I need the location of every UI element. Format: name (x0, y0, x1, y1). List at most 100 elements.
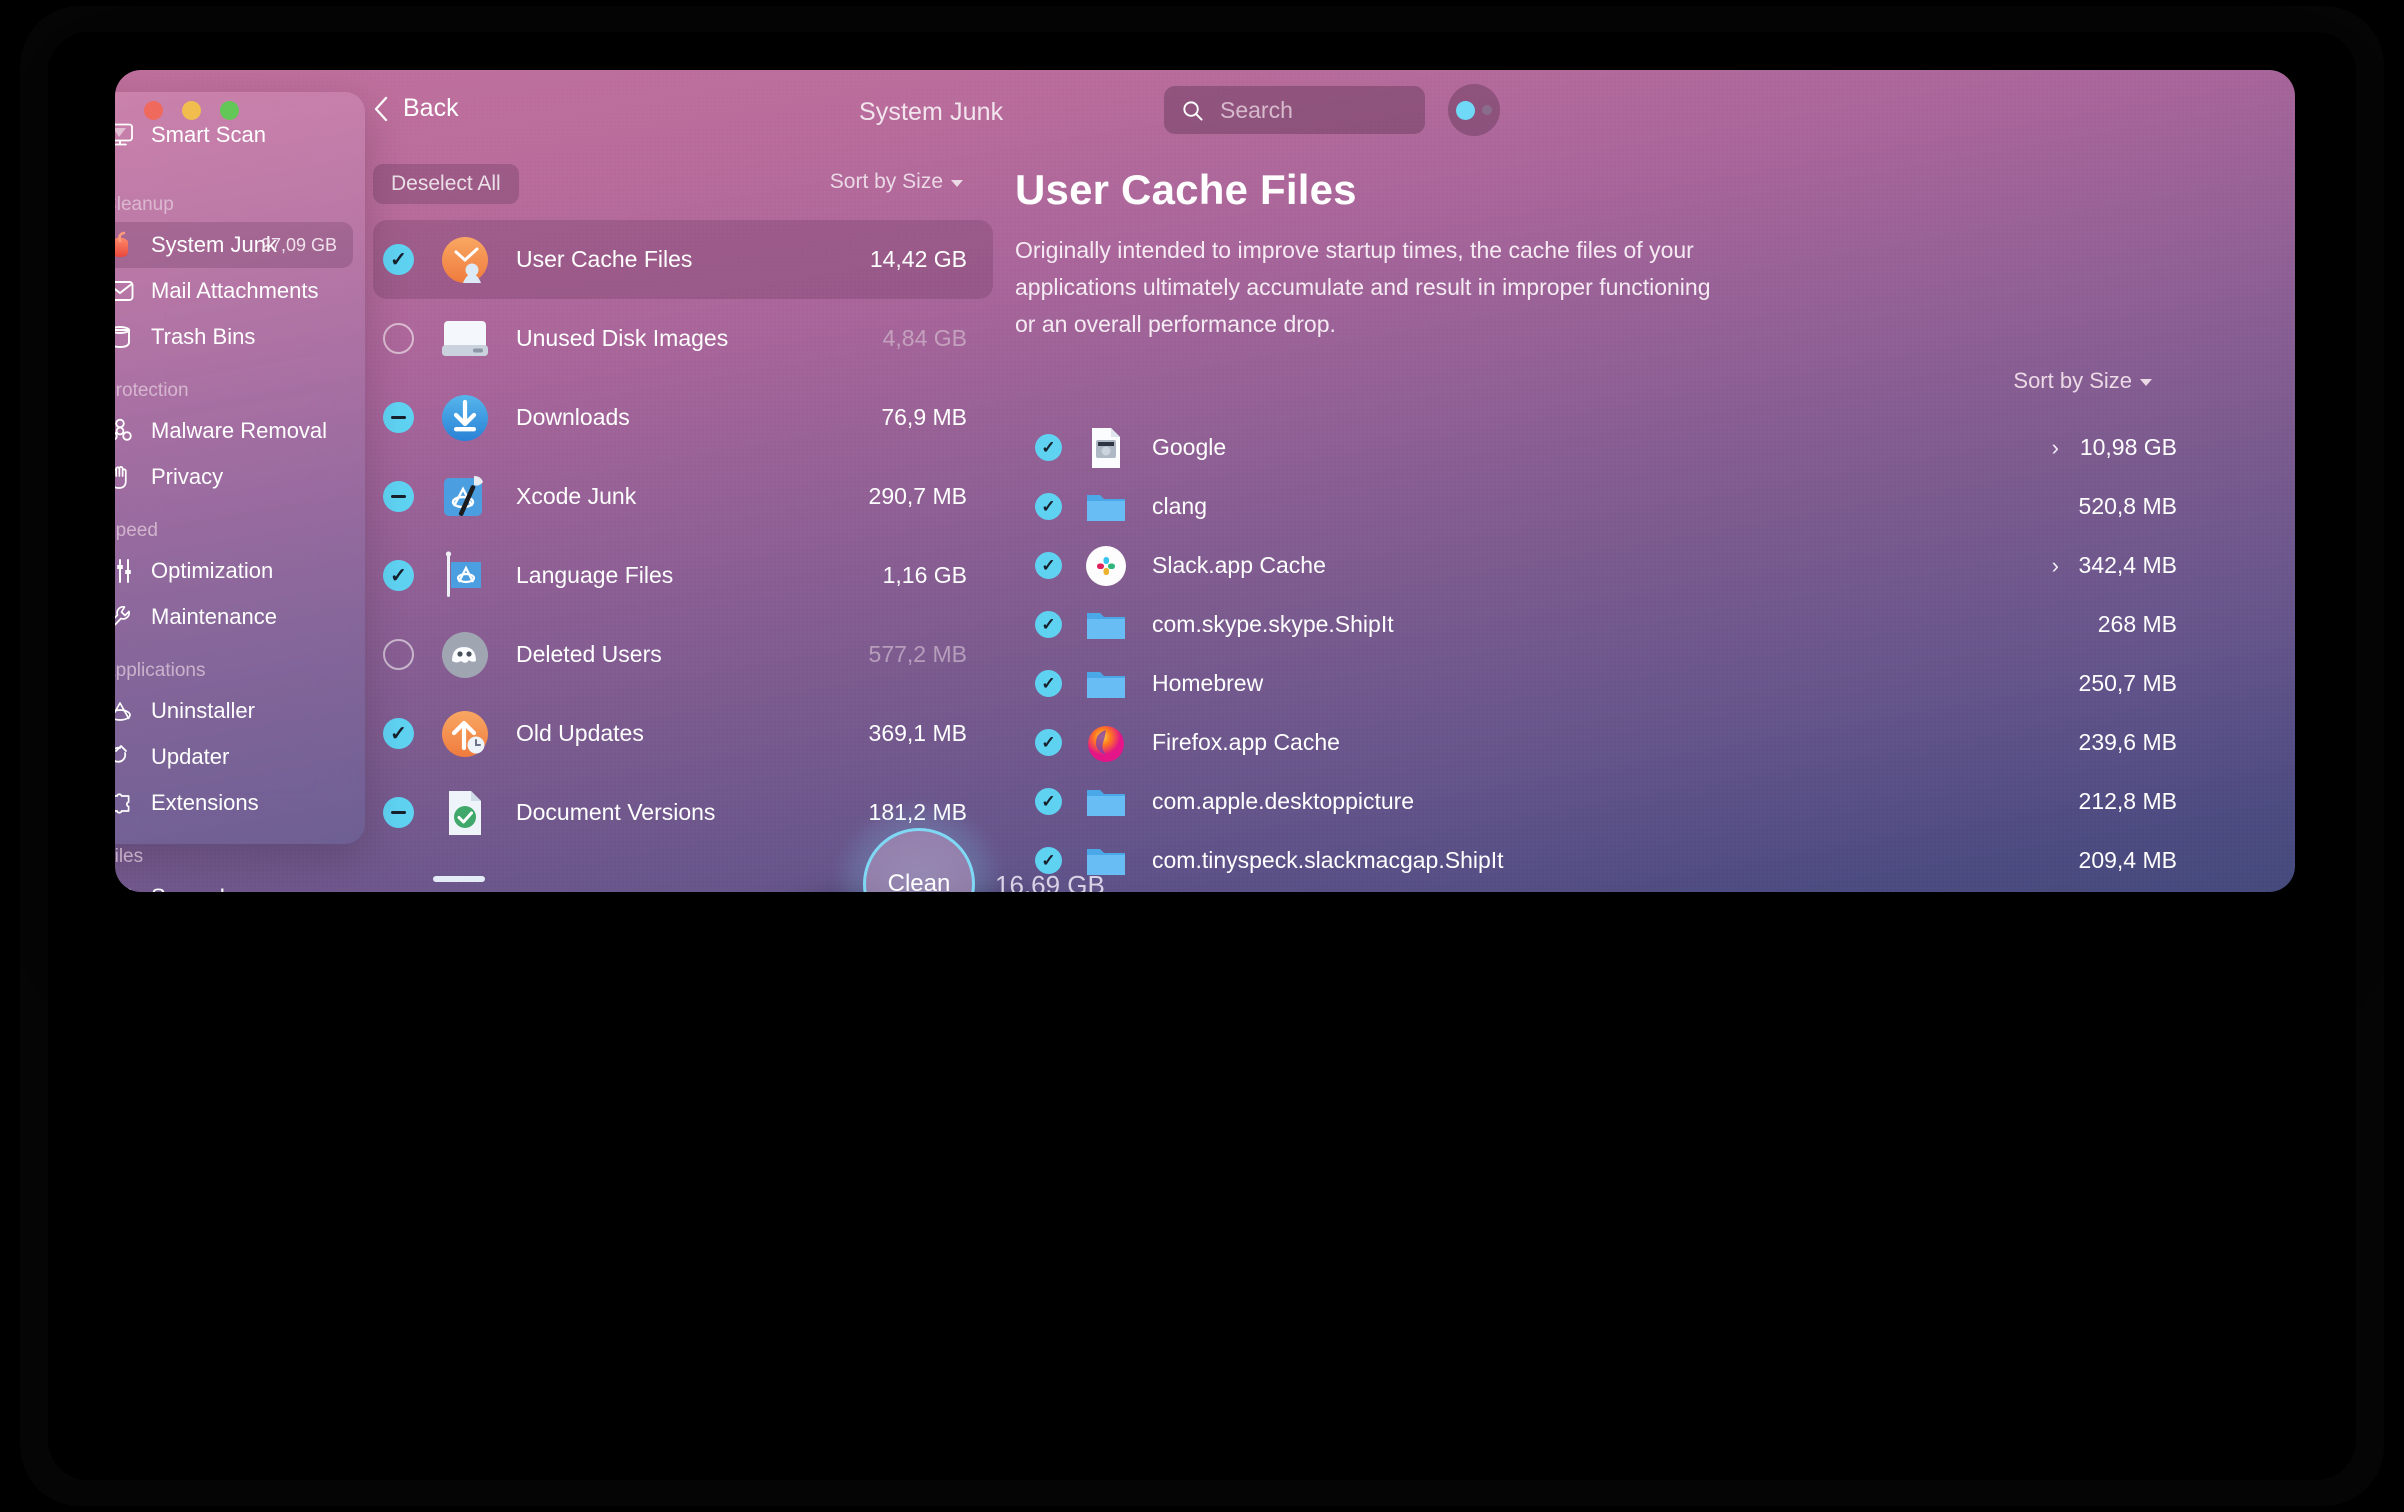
firefox-icon (1084, 721, 1128, 765)
row-checkbox[interactable]: ✓ (383, 560, 414, 591)
row-checkbox[interactable]: ✓ (1035, 552, 1062, 579)
sidebar-item-label: Updater (151, 744, 230, 769)
sliders-icon (115, 556, 137, 586)
system-junk-icon (115, 230, 137, 260)
sidebar-item-system-junk[interactable]: System Junk 27,09 GB (115, 222, 353, 268)
row-checkbox[interactable]: ✓ (1035, 434, 1062, 461)
sidebar-item-label: Maintenance (151, 604, 277, 629)
downloads-icon (437, 390, 493, 446)
detail-sort-label: Sort by Size (2013, 368, 2132, 393)
sidebar-item-mail-attachments[interactable]: Mail Attachments (115, 268, 353, 314)
close-button[interactable] (144, 101, 163, 120)
user-cache-clock-icon (437, 232, 493, 288)
screenshot-root: Back System Junk Search Smart Scan leanu… (0, 0, 2404, 1512)
scrollbar-thumb[interactable] (433, 876, 485, 882)
old-updates-icon (437, 706, 493, 762)
table-row[interactable]: ✓ Language Files 1,16 GB (373, 536, 993, 615)
sort-by-size-dropdown[interactable]: Sort by Size (830, 170, 963, 194)
search-input[interactable]: Search (1164, 86, 1425, 134)
sidebar-item-extensions[interactable]: Extensions (115, 780, 353, 826)
table-row[interactable]: ✓ Old Updates 369,1 MB (373, 694, 993, 773)
disk-image-icon (437, 311, 493, 367)
row-checkbox[interactable]: ✓ (383, 244, 414, 275)
sidebar-item-label: System Junk (151, 232, 277, 257)
junk-category-list: Deselect All Sort by Size ✓ User Cache F… (373, 162, 993, 886)
list-item[interactable]: ✓ Firefox.app Cache 239,6 MB (1035, 713, 2177, 772)
list-item[interactable]: ✓ com.tinyspeck.slackmacgap.ShipIt 209,4… (1035, 831, 2177, 890)
sidebar-item-label: Uninstaller (151, 698, 255, 723)
list-item[interactable]: ✓ clang 520,8 MB (1035, 477, 2177, 536)
back-button[interactable]: Back (373, 94, 459, 123)
row-size: 250,7 MB (2078, 670, 2177, 696)
row-checkbox[interactable] (383, 481, 414, 512)
row-checkbox[interactable] (383, 639, 414, 670)
list-item[interactable]: ✓ Google › 10,98 GB (1035, 418, 2177, 477)
row-name: Homebrew (1152, 670, 1264, 696)
traffic-lights (144, 101, 239, 120)
sidebar-item-optimization[interactable]: Optimization (115, 548, 353, 594)
detail-sort-by-size-dropdown[interactable]: Sort by Size (2013, 368, 2152, 394)
row-size: 577,2 MB (868, 641, 967, 667)
row-checkbox[interactable] (383, 797, 414, 828)
table-row[interactable]: Downloads 76,9 MB (373, 378, 993, 457)
row-checkbox[interactable]: ✓ (383, 718, 414, 749)
monitor-scan-icon (115, 120, 137, 150)
sidebar-item-privacy[interactable]: Privacy (115, 454, 353, 500)
folder-icon (1084, 485, 1128, 529)
sidebar-item-maintenance[interactable]: Maintenance (115, 594, 353, 640)
row-name: com.tinyspeck.slackmacgap.ShipIt (1152, 847, 1504, 873)
list-item[interactable]: ✓ Slack.app Cache › 342,4 MB (1035, 536, 2177, 595)
sidebar-group-speed: Speed (115, 520, 158, 541)
sidebar-item-updater[interactable]: Updater (115, 734, 353, 780)
list-item[interactable]: ✓ Homebrew 250,7 MB (1035, 654, 2177, 713)
chevron-right-icon[interactable]: › (2052, 553, 2059, 579)
table-row[interactable]: Xcode Junk 290,7 MB (373, 457, 993, 536)
row-checkbox[interactable]: ✓ (1035, 670, 1062, 697)
row-name: Unused Disk Images (516, 325, 729, 351)
row-checkbox[interactable]: ✓ (1035, 729, 1062, 756)
row-size: 1,16 GB (882, 562, 967, 588)
row-checkbox[interactable]: ✓ (1035, 611, 1062, 638)
table-row[interactable]: ✓ User Cache Files 14,42 GB (373, 220, 993, 299)
row-checkbox[interactable] (383, 323, 414, 354)
sidebar-item-trash-bins[interactable]: Trash Bins (115, 314, 353, 360)
sidebar-item-label: Privacy (151, 464, 224, 489)
status-indicator[interactable] (1448, 84, 1500, 136)
table-row[interactable]: Unused Disk Images 4,84 GB (373, 299, 993, 378)
sidebar-group-files: Files (115, 846, 144, 867)
clean-total-size: 16,69 GB (995, 870, 1105, 892)
deselect-all-button[interactable]: Deselect All (373, 164, 519, 204)
row-checkbox[interactable]: ✓ (1035, 493, 1062, 520)
clean-action: Clean 16,69 GB (835, 800, 1105, 892)
sidebar-item-label: Smart Scan (151, 122, 266, 147)
search-icon (1183, 100, 1203, 121)
row-name: Old Updates (516, 720, 644, 746)
sidebar-item-label: Malware Removal (151, 418, 328, 443)
folder-icon (1084, 780, 1128, 824)
back-label: Back (403, 94, 459, 122)
page-title: System Junk (859, 98, 1004, 126)
sidebar-item-malware-removal[interactable]: Malware Removal (115, 408, 353, 454)
list-toolbar: Deselect All Sort by Size (373, 162, 993, 212)
row-name: Downloads (516, 404, 630, 430)
minimize-button[interactable] (182, 101, 201, 120)
ghost-icon (437, 627, 493, 683)
zoom-button[interactable] (220, 101, 239, 120)
sidebar-item-size: 27,09 GB (260, 234, 337, 255)
row-checkbox[interactable]: ✓ (1035, 788, 1062, 815)
row-size: 14,42 GB (869, 246, 967, 272)
list-item[interactable]: ✓ com.skype.skype.ShipIt 268 MB (1035, 595, 2177, 654)
sidebar-item-uninstaller[interactable]: Uninstaller (115, 688, 353, 734)
list-item[interactable]: ✓ com.apple.desktoppicture 212,8 MB (1035, 772, 2177, 831)
row-size: 212,8 MB (2078, 788, 2177, 814)
sidebar-item-space-lens[interactable]: Space Lens (115, 874, 353, 892)
table-row[interactable]: Deleted Users 577,2 MB (373, 615, 993, 694)
chevron-right-icon[interactable]: › (2052, 435, 2059, 461)
trash-icon (115, 322, 137, 352)
detail-panel: User Cache Files Originally intended to … (1015, 166, 2295, 892)
row-checkbox[interactable] (383, 402, 414, 433)
row-size: 209,4 MB (2078, 847, 2177, 873)
sidebar-item-label: Mail Attachments (151, 278, 319, 303)
list-item[interactable]: ✓ '%com.figma.Desktop.ShipIt 182,3 MB (1035, 890, 2177, 892)
row-size: 290,7 MB (868, 483, 967, 509)
